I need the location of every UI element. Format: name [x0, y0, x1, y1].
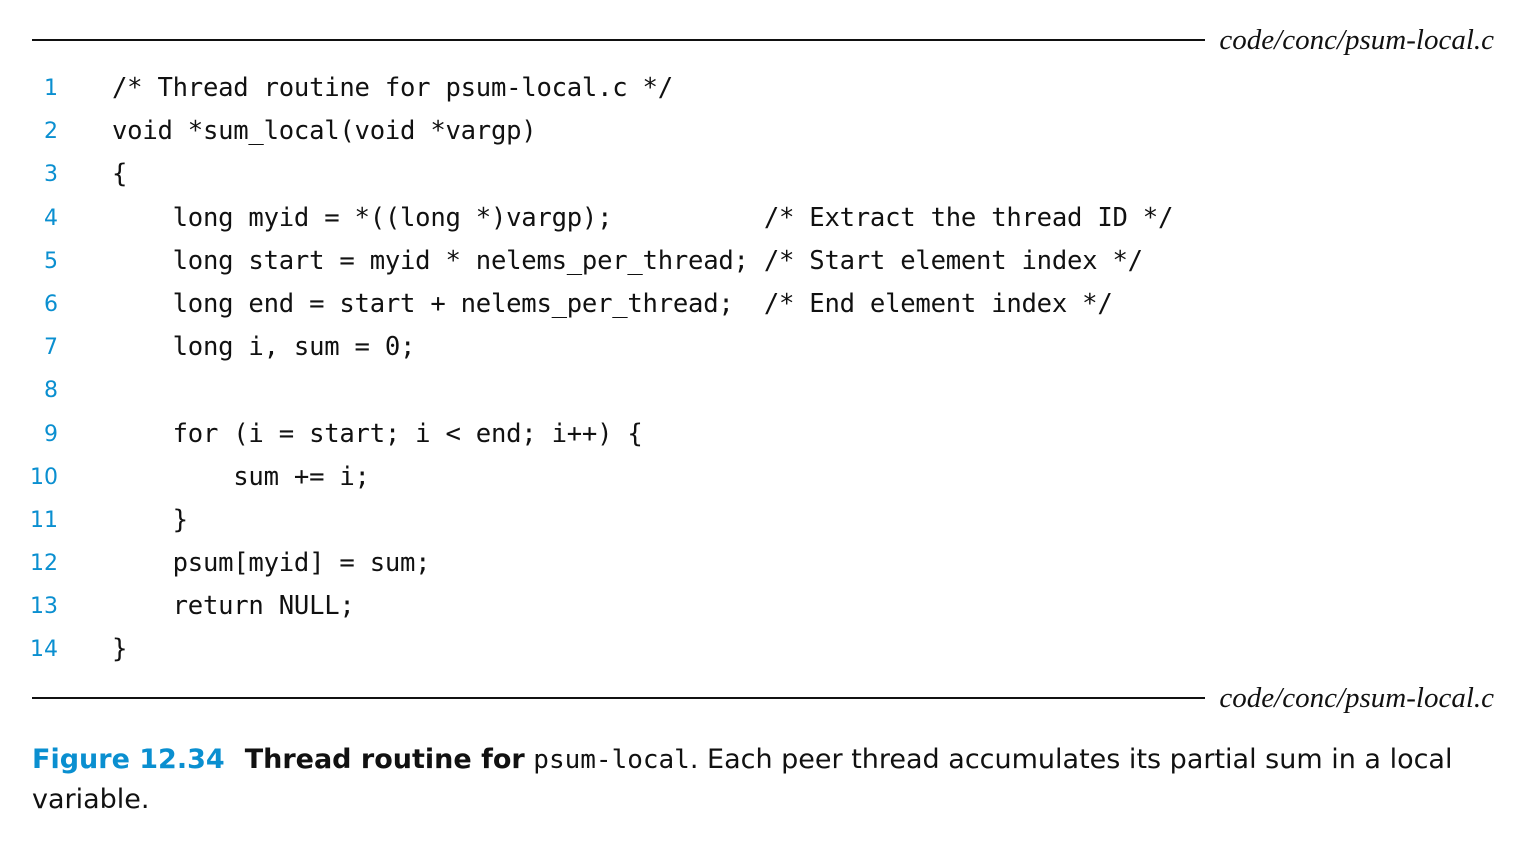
- line-number: 12: [30, 551, 58, 577]
- line-code: sum += i;: [112, 461, 370, 492]
- header-rule-row: code/conc/psum-local.c: [32, 20, 1494, 60]
- figure-title: Thread routine for: [244, 744, 525, 775]
- line-number: 6: [44, 291, 58, 317]
- line-code: long i, sum = 0;: [112, 332, 416, 363]
- code-line: 2 void *sum_local(void *vargp): [0, 110, 1528, 153]
- line-code: {: [112, 159, 128, 190]
- footer-rule-row: code/conc/psum-local.c: [32, 678, 1494, 718]
- header-file-label: code/conc/psum-local.c: [1219, 23, 1494, 56]
- line-number: 14: [30, 637, 58, 663]
- line-code: return NULL;: [112, 591, 355, 622]
- line-number: 4: [44, 205, 58, 231]
- code-line: 9 for (i = start; i < end; i++) {: [0, 413, 1528, 456]
- code-line: 11 }: [0, 499, 1528, 542]
- line-number: 1: [44, 76, 58, 101]
- line-code: for (i = start; i < end; i++) {: [112, 418, 643, 449]
- code-line: 4 long myid = *((long *)vargp); /* Extra…: [0, 197, 1528, 240]
- code-line: 5 long start = myid * nelems_per_thread;…: [0, 240, 1528, 283]
- line-number: 5: [44, 248, 58, 274]
- line-code: void *sum_local(void *vargp): [112, 116, 537, 147]
- line-code: }: [112, 634, 128, 665]
- line-number: 10: [30, 464, 58, 490]
- code-line: 10 sum += i;: [0, 456, 1528, 499]
- line-number: 3: [44, 162, 58, 188]
- line-number: 11: [30, 507, 58, 533]
- line-number: 7: [44, 335, 58, 361]
- line-number: 2: [44, 119, 58, 145]
- line-number: 9: [44, 421, 58, 447]
- line-code: long myid = *((long *)vargp); /* Extract…: [112, 202, 1174, 233]
- line-number: 8: [44, 378, 58, 404]
- figure-caption: Figure 12.34 Thread routine for psum-loca…: [32, 740, 1472, 820]
- code-listing: 1 /* Thread routine for psum-local.c */ 2…: [0, 67, 1528, 672]
- figure-title-code: psum-local: [533, 745, 690, 775]
- code-line: 7 long i, sum = 0;: [0, 326, 1528, 369]
- code-line: 1 /* Thread routine for psum-local.c */: [0, 67, 1528, 110]
- header-rule: [32, 39, 1206, 41]
- code-line: 6 long end = start + nelems_per_thread; …: [0, 283, 1528, 326]
- code-line: 12 psum[myid] = sum;: [0, 542, 1528, 585]
- line-code: }: [112, 504, 188, 535]
- line-code: /* Thread routine for psum-local.c */: [112, 73, 673, 103]
- line-code: psum[myid] = sum;: [112, 548, 431, 579]
- line-number: 13: [30, 594, 58, 620]
- code-line: 3{: [0, 153, 1528, 196]
- line-code: long end = start + nelems_per_thread; /*…: [112, 288, 1113, 319]
- line-code: long start = myid * nelems_per_thread; /…: [112, 245, 1143, 276]
- footer-rule: [32, 697, 1206, 699]
- code-line: 8: [0, 369, 1528, 412]
- figure-number: Figure 12.34: [32, 744, 225, 775]
- code-line: 13 return NULL;: [0, 585, 1528, 628]
- footer-file-label: code/conc/psum-local.c: [1219, 681, 1494, 714]
- code-line: 14}: [0, 628, 1528, 671]
